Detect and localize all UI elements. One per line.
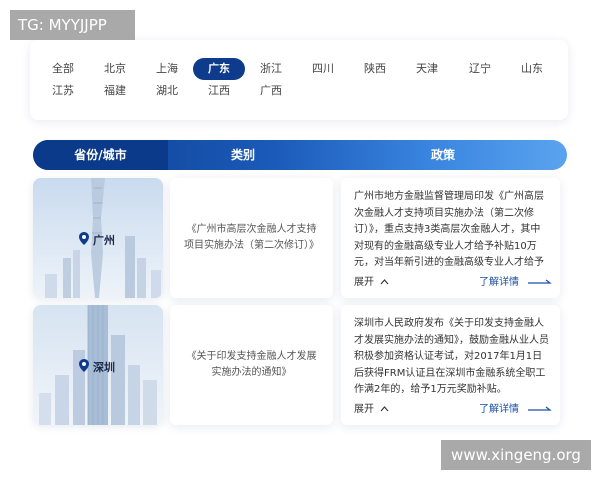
- expand-label: 展开: [354, 277, 374, 288]
- chevron-up-icon: [380, 279, 389, 285]
- region-filter-card: 全部 北京 上海 广东 浙江 四川 陕西 天津 辽宁 山东 江苏 福建 湖北 江…: [30, 40, 568, 120]
- city-label: 深圳: [93, 361, 115, 374]
- region-chip-shaanxi[interactable]: 陕西: [355, 58, 395, 80]
- city-card-guangzhou[interactable]: 广州: [33, 178, 163, 298]
- arrow-right-icon: [528, 279, 552, 284]
- expand-button[interactable]: 展开: [354, 400, 389, 415]
- header-category[interactable]: 类别: [183, 140, 303, 170]
- learn-more-label: 了解详情: [479, 404, 519, 415]
- region-chip-guangdong[interactable]: 广东: [193, 58, 245, 80]
- city-label: 广州: [93, 234, 115, 247]
- region-chip-shandong[interactable]: 山东: [512, 58, 552, 80]
- category-card: 《广州市高层次金融人才支持项目实施办法（第二次修订）》: [170, 178, 333, 298]
- arrow-right-icon: [528, 406, 552, 411]
- category-text: 《广州市高层次金融人才支持项目实施办法（第二次修订）》: [184, 224, 319, 251]
- region-chip-jiangsu[interactable]: 江苏: [43, 80, 83, 102]
- category-text: 《关于印发支持金融人才发展实施办法的通知》: [186, 351, 317, 378]
- region-chip-guangxi[interactable]: 广西: [251, 80, 291, 102]
- learn-more-label: 了解详情: [479, 277, 519, 288]
- learn-more-link[interactable]: 了解详情: [479, 400, 552, 415]
- header-province-city[interactable]: 省份/城市: [33, 140, 168, 170]
- policy-text: 广州市地方金融监督管理局印发《广州高层次金融人才支持项目实施办法（第二次修订）》…: [354, 191, 544, 268]
- region-chip-sichuan[interactable]: 四川: [303, 58, 343, 80]
- region-chip-jiangxi[interactable]: 江西: [199, 80, 239, 102]
- policy-text: 深圳市人民政府发布《关于印发支持金融人才发展实施办法的通知》，鼓励金融从业人员积…: [354, 318, 549, 395]
- map-pin-icon: [79, 232, 89, 245]
- expand-label: 展开: [354, 404, 374, 415]
- header-policy[interactable]: 政策: [383, 140, 503, 170]
- policy-card: 深圳市人民政府发布《关于印发支持金融人才发展实施办法的通知》，鼓励金融从业人员积…: [341, 305, 560, 425]
- city-card-shenzhen[interactable]: 深圳: [33, 305, 163, 425]
- map-pin-icon: [79, 359, 89, 372]
- chevron-up-icon: [380, 406, 389, 412]
- table-header: 省份/城市 类别 政策: [33, 140, 567, 170]
- region-chip-beijing[interactable]: 北京: [95, 58, 135, 80]
- expand-button[interactable]: 展开: [354, 273, 389, 288]
- watermark-top: TG: MYYJJPP: [10, 10, 135, 40]
- region-chip-hubei[interactable]: 湖北: [147, 80, 187, 102]
- watermark-bottom: www.xingeng.org: [441, 440, 591, 470]
- policy-card: 广州市地方金融监督管理局印发《广州高层次金融人才支持项目实施办法（第二次修订）》…: [341, 178, 560, 298]
- region-chip-shanghai[interactable]: 上海: [147, 58, 187, 80]
- region-chip-liaoning[interactable]: 辽宁: [460, 58, 500, 80]
- region-chip-tianjin[interactable]: 天津: [407, 58, 447, 80]
- region-chip-fujian[interactable]: 福建: [95, 80, 135, 102]
- learn-more-link[interactable]: 了解详情: [479, 273, 552, 288]
- region-chip-all[interactable]: 全部: [43, 58, 83, 80]
- category-card: 《关于印发支持金融人才发展实施办法的通知》: [170, 305, 333, 425]
- region-chip-zhejiang[interactable]: 浙江: [251, 58, 291, 80]
